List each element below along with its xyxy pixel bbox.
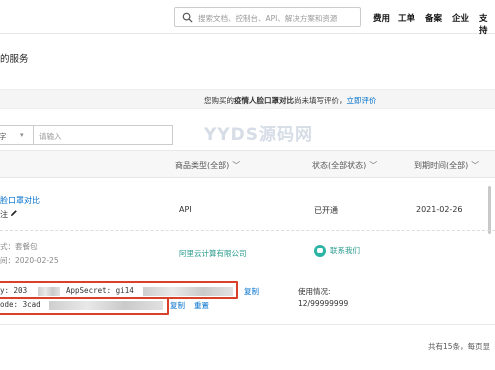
watermark: YYDS源码网 [204, 125, 313, 145]
notice-product: 疫情人脸口罩对比 [234, 96, 294, 105]
expire-date: 2021-02-26 [416, 205, 463, 214]
highlight-box-code [0, 297, 169, 315]
edit-pencil-icon[interactable] [10, 209, 18, 217]
chat-bubble-icon [314, 245, 326, 257]
column-status[interactable]: 状态(全部状态) ﹀ [312, 160, 377, 171]
review-now-link[interactable]: 立即评价 [347, 96, 377, 105]
column-expire[interactable]: 到期时间(全部) ﹀ [414, 160, 479, 171]
filter-field-select[interactable]: 字 ▾ [0, 125, 34, 145]
page-title: 的服务 [0, 54, 29, 65]
chevron-down-icon: ﹀ [471, 161, 480, 170]
table-header: 商品类型(全部) ﹀ 状态(全部状态) ﹀ 到期时间(全部) ﹀ [0, 150, 495, 178]
filter-input[interactable]: 请输入 [33, 125, 173, 145]
filter-input-placeholder: 请输入 [39, 132, 62, 141]
notice-prefix: 您购买的 [204, 96, 234, 105]
notice-suffix: 尚未填写评价， [294, 96, 347, 105]
global-search[interactable]: 搜索文档、控制台、API、解决方案和资源 [174, 7, 361, 27]
nav-billing[interactable]: 费用 [373, 12, 390, 24]
reset-code-button[interactable]: 重置 [194, 300, 209, 311]
chevron-down-icon: ﹀ [232, 161, 241, 170]
copy-secret-button[interactable]: 复制 [244, 286, 259, 297]
usage-label: 使用情况: [298, 287, 331, 296]
divider [0, 230, 495, 231]
chevron-down-icon: ﹀ [369, 161, 378, 170]
filter-select-label: 字 [0, 132, 7, 141]
contact-us-link[interactable]: 联系我们 [314, 245, 360, 257]
plan-type: 式：套餐包 [0, 242, 38, 251]
search-placeholder: 搜索文档、控制台、API、解决方案和资源 [198, 14, 338, 23]
nav-icp-filing[interactable]: 备案 [425, 12, 442, 24]
search-icon [182, 12, 193, 23]
copy-code-button[interactable]: 复制 [170, 300, 185, 311]
product-name-link[interactable]: 脸口罩对比 [0, 195, 40, 206]
nav-support[interactable]: 支持 [479, 12, 495, 36]
review-notice: 您购买的疫情人脸口罩对比尚未填写评价，立即评价 [0, 89, 495, 109]
purchase-time: 间：2020-02-25 [0, 256, 59, 265]
product-remark: 注 [0, 209, 18, 220]
vendor-link[interactable]: 阿里云计算有限公司 [179, 248, 247, 259]
product-status: 已开通 [314, 206, 338, 215]
pagination-total: 共有15条，每页显 [428, 342, 491, 351]
usage-value: 12/99999999 [298, 299, 349, 308]
column-type[interactable]: 商品类型(全部) ﹀ [175, 160, 240, 171]
nav-enterprise[interactable]: 企业 [452, 12, 469, 24]
product-type: API [179, 205, 192, 214]
chevron-down-icon: ▾ [20, 131, 24, 139]
nav-tickets[interactable]: 工单 [398, 12, 415, 24]
top-bar: 搜索文档、控制台、API、解决方案和资源 费用 工单 备案 企业 支持 [0, 0, 495, 36]
